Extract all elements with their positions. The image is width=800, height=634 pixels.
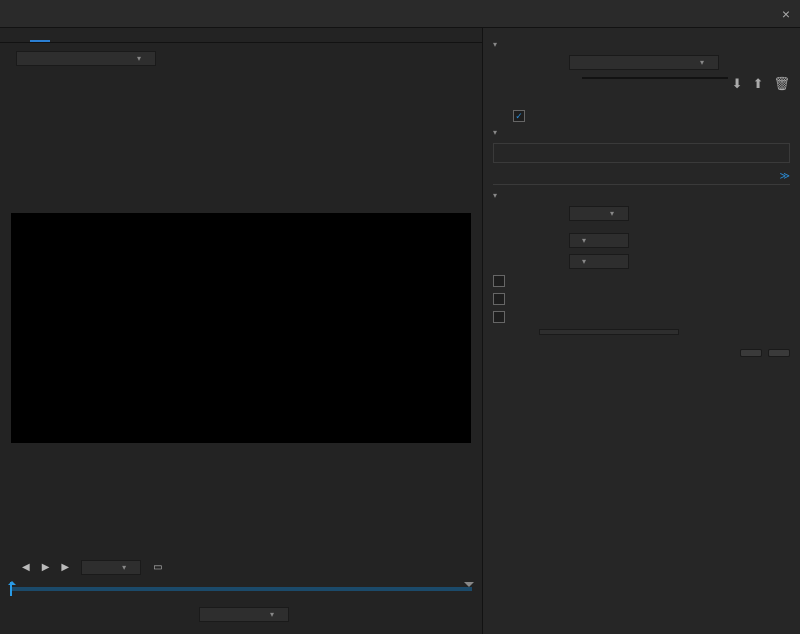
cb-project[interactable] [493,293,505,305]
transport-controls: ◀ ▶ ▶ ▾ ▭ [0,552,482,583]
format-select[interactable]: ▾ [569,55,719,70]
source-range-row: ▾ [0,601,482,634]
save-preset-icon[interactable]: ⬆ [753,76,764,92]
chevron-down-icon: ▾ [493,191,497,200]
export-settings-header[interactable]: ▾ [493,40,790,49]
fit-select[interactable]: ▾ [81,560,141,575]
metadata-button[interactable] [740,349,762,357]
chevron-down-icon: ▾ [700,58,704,67]
delete-preset-icon[interactable]: 🗑 [773,76,790,92]
preview-tabs [0,28,482,43]
play-button[interactable]: ▶ [42,562,50,573]
out-point-marker[interactable] [464,582,474,592]
export-video-row [513,110,790,122]
preset-icons: ⬇ ⬆ 🗑 [732,76,790,92]
tab-source[interactable] [10,32,30,42]
chevron-down-icon: ▾ [493,128,497,137]
video-res-select[interactable]: ▾ [569,254,629,269]
tabs-more-icon[interactable]: ≫ [780,169,790,184]
summary-box [493,143,790,163]
preview-area [0,104,482,552]
interp-row [493,329,790,335]
source-range-select[interactable]: ▾ [199,607,289,622]
in-point-marker[interactable] [8,577,16,585]
chevron-down-icon: ▾ [493,40,497,49]
titlebar: × [0,0,800,28]
left-panel: ▾ ◀ ▶ ▶ ▾ ▭ ▾ [0,28,482,634]
settings-tabs: ≫ [493,169,790,185]
summary-header[interactable]: ▾ [493,128,790,137]
basic-video-header[interactable]: ▾ [493,191,790,200]
tab-output[interactable] [30,32,50,42]
right-panel: ▾ ▾ ⬇ ⬆ 🗑 [482,28,800,634]
cancel-button[interactable] [768,349,790,357]
format-dropdown[interactable] [582,77,728,79]
step-back-button[interactable]: ◀ [22,562,30,573]
preview-canvas [11,213,471,443]
chevron-down-icon: ▾ [137,54,141,63]
download-icon[interactable]: ⬇ [732,76,743,92]
close-button[interactable]: × [782,6,790,22]
cb-high-quality[interactable] [493,275,505,287]
scaling-select[interactable]: ▾ [16,51,156,66]
export-video-checkbox[interactable] [513,110,525,122]
chevron-down-icon: ▾ [122,563,126,572]
main-area: ▾ ◀ ▶ ▶ ▾ ▭ ▾ [0,28,800,634]
output-format-select[interactable]: ▾ [569,206,629,221]
interp-select[interactable] [539,329,679,335]
profile-select[interactable]: ▾ [569,233,629,248]
timeline-scrubber[interactable] [10,587,472,591]
chevron-down-icon: ▾ [270,610,274,619]
format-row: ▾ [493,55,790,70]
step-fwd-button[interactable]: ▶ [61,562,69,573]
scaling-row: ▾ [0,43,482,74]
button-row [493,349,790,357]
cb-start-tc[interactable] [493,311,505,323]
aspect-icon[interactable]: ▭ [153,562,162,573]
